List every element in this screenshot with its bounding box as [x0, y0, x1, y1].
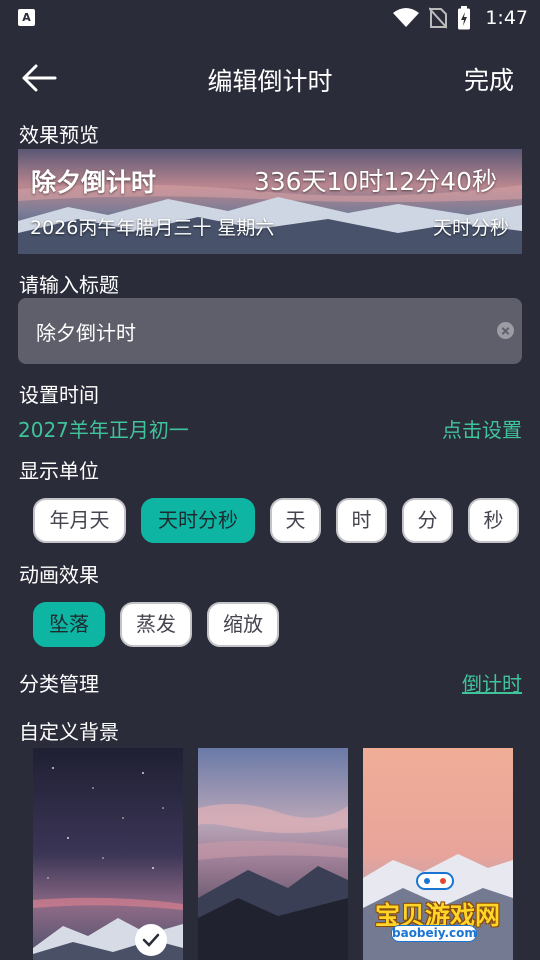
time-setting-label: 设置时间	[19, 383, 99, 407]
sunset-clouds-image	[198, 748, 348, 960]
unit-chip-year-month-day[interactable]: 年月天	[33, 498, 126, 543]
set-time-button[interactable]: 点击设置	[442, 414, 522, 443]
clear-circle-icon[interactable]	[497, 322, 514, 339]
arrow-left-icon	[22, 64, 57, 92]
check-icon	[135, 924, 167, 956]
background-thumbnail-2[interactable]	[198, 748, 348, 960]
background-thumbnail-1[interactable]	[33, 748, 183, 960]
back-button[interactable]	[20, 62, 60, 94]
unit-chip-hour[interactable]: 时	[336, 498, 387, 543]
unit-chip-day-hour-min-sec[interactable]: 天时分秒	[141, 498, 255, 543]
title-input[interactable]	[36, 298, 486, 364]
preview-section-label: 效果预览	[19, 123, 99, 147]
animation-label: 动画效果	[19, 563, 99, 587]
status-icons: 1:47	[393, 4, 528, 32]
countdown-preview-card: 除夕倒计时 336天10时12分40秒 2026丙午年腊月三十 星期六 天时分秒	[18, 149, 522, 254]
status-bar: A 1:47	[0, 0, 540, 36]
header: 编辑倒计时 完成	[0, 52, 540, 104]
animation-chip-zoom[interactable]: 缩放	[207, 602, 279, 647]
display-unit-label: 显示单位	[19, 459, 99, 483]
preview-unit: 天时分秒	[432, 217, 509, 239]
wifi-icon	[393, 8, 420, 27]
status-time: 1:47	[485, 7, 528, 29]
preview-date: 2026丙午年腊月三十 星期六	[30, 217, 275, 239]
preview-title: 除夕倒计时	[31, 168, 157, 197]
no-sim-icon	[429, 7, 448, 29]
unit-chip-minute[interactable]: 分	[402, 498, 453, 543]
unit-chip-second[interactable]: 秒	[468, 498, 519, 543]
unit-chip-day[interactable]: 天	[270, 498, 321, 543]
battery-charging-icon	[458, 6, 471, 30]
category-label: 分类管理	[19, 672, 99, 696]
animation-chip-evaporate[interactable]: 蒸发	[120, 602, 192, 647]
title-input-container	[18, 298, 522, 364]
custom-background-label: 自定义背景	[19, 720, 119, 744]
category-link[interactable]: 倒计时	[462, 668, 522, 697]
done-button[interactable]: 完成	[464, 61, 514, 97]
animation-chip-fall[interactable]: 坠落	[33, 602, 105, 647]
pink-sky-mountain-image	[363, 748, 513, 960]
title-input-label: 请输入标题	[19, 273, 119, 297]
preview-countdown: 336天10时12分40秒	[253, 167, 497, 196]
time-value: 2027羊年正月初一	[18, 418, 189, 442]
page-title: 编辑倒计时	[207, 67, 333, 96]
background-thumbnail-3[interactable]	[363, 748, 513, 960]
app-notification-icon: A	[18, 9, 35, 26]
